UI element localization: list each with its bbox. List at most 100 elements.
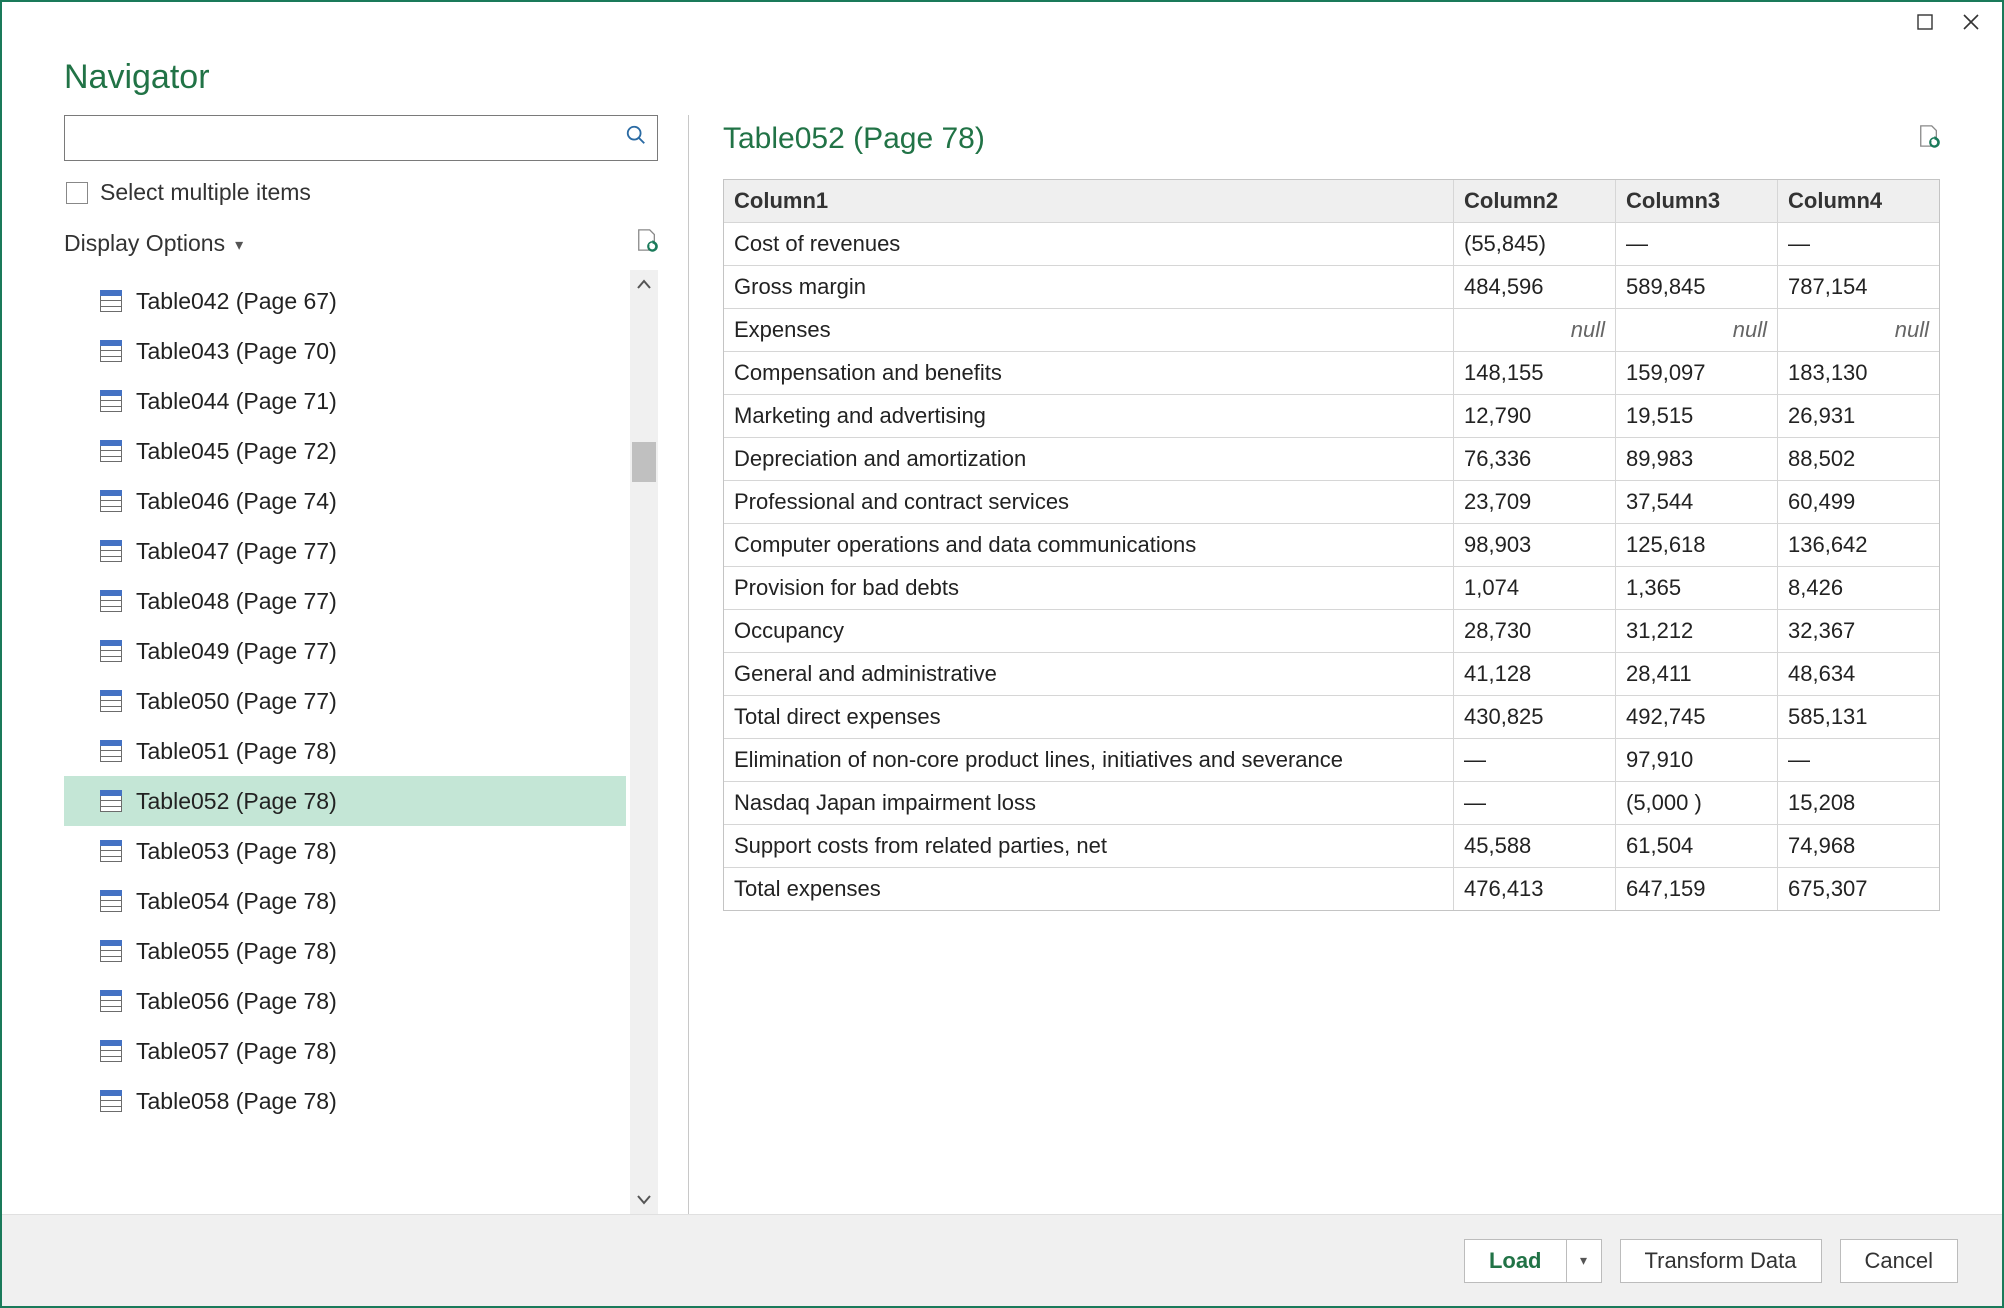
grid-cell[interactable]: 125,618 <box>1615 524 1777 566</box>
grid-header-cell[interactable]: Column2 <box>1453 180 1615 222</box>
tree-item[interactable]: Table044 (Page 71) <box>64 376 626 426</box>
display-options-dropdown[interactable]: Display Options ▾ <box>64 230 243 257</box>
grid-cell[interactable]: 647,159 <box>1615 868 1777 910</box>
grid-cell[interactable]: 88,502 <box>1777 438 1939 480</box>
grid-cell[interactable]: — <box>1777 739 1939 781</box>
search-input[interactable] <box>75 116 625 160</box>
grid-cell[interactable]: 1,365 <box>1615 567 1777 609</box>
grid-cell[interactable]: 60,499 <box>1777 481 1939 523</box>
grid-cell[interactable]: null <box>1453 309 1615 351</box>
grid-cell[interactable]: — <box>1453 782 1615 824</box>
grid-cell[interactable]: 37,544 <box>1615 481 1777 523</box>
grid-cell[interactable]: 89,983 <box>1615 438 1777 480</box>
grid-cell[interactable]: Depreciation and amortization <box>724 438 1453 480</box>
tree-scrollbar[interactable] <box>630 270 658 1214</box>
tree-item[interactable]: Table054 (Page 78) <box>64 876 626 926</box>
tree-item[interactable]: Table047 (Page 77) <box>64 526 626 576</box>
tree-item[interactable]: Table056 (Page 78) <box>64 976 626 1026</box>
grid-cell[interactable]: 61,504 <box>1615 825 1777 867</box>
grid-cell[interactable]: (55,845) <box>1453 223 1615 265</box>
grid-cell[interactable]: 28,730 <box>1453 610 1615 652</box>
grid-cell[interactable]: 787,154 <box>1777 266 1939 308</box>
grid-cell[interactable]: 8,426 <box>1777 567 1939 609</box>
grid-cell[interactable]: 183,130 <box>1777 352 1939 394</box>
grid-cell[interactable]: null <box>1615 309 1777 351</box>
grid-cell[interactable]: 15,208 <box>1777 782 1939 824</box>
tree-item[interactable]: Table042 (Page 67) <box>64 276 626 326</box>
grid-cell[interactable]: Provision for bad debts <box>724 567 1453 609</box>
grid-cell[interactable]: 484,596 <box>1453 266 1615 308</box>
grid-cell[interactable]: Nasdaq Japan impairment loss <box>724 782 1453 824</box>
grid-cell[interactable]: Support costs from related parties, net <box>724 825 1453 867</box>
grid-cell[interactable]: 97,910 <box>1615 739 1777 781</box>
search-box[interactable] <box>64 115 658 161</box>
grid-cell[interactable]: Professional and contract services <box>724 481 1453 523</box>
grid-cell[interactable]: Compensation and benefits <box>724 352 1453 394</box>
grid-cell[interactable]: 19,515 <box>1615 395 1777 437</box>
window-maximize-button[interactable] <box>1902 6 1948 38</box>
grid-cell[interactable]: 148,155 <box>1453 352 1615 394</box>
grid-cell[interactable]: 41,128 <box>1453 653 1615 695</box>
grid-cell[interactable]: 26,931 <box>1777 395 1939 437</box>
grid-cell[interactable]: 476,413 <box>1453 868 1615 910</box>
grid-cell[interactable]: — <box>1615 223 1777 265</box>
grid-cell[interactable]: 12,790 <box>1453 395 1615 437</box>
grid-cell[interactable]: 32,367 <box>1777 610 1939 652</box>
grid-cell[interactable]: 136,642 <box>1777 524 1939 566</box>
grid-cell[interactable]: Expenses <box>724 309 1453 351</box>
grid-cell[interactable]: 585,131 <box>1777 696 1939 738</box>
scrollbar-thumb[interactable] <box>632 442 656 482</box>
grid-cell[interactable]: Marketing and advertising <box>724 395 1453 437</box>
grid-header-cell[interactable]: Column4 <box>1777 180 1939 222</box>
tree-item[interactable]: Table055 (Page 78) <box>64 926 626 976</box>
tree-item[interactable]: Table057 (Page 78) <box>64 1026 626 1076</box>
transform-data-button[interactable]: Transform Data <box>1620 1239 1822 1283</box>
grid-cell[interactable]: 159,097 <box>1615 352 1777 394</box>
grid-cell[interactable]: 1,074 <box>1453 567 1615 609</box>
grid-cell[interactable]: 589,845 <box>1615 266 1777 308</box>
cancel-button[interactable]: Cancel <box>1840 1239 1958 1283</box>
grid-cell[interactable]: 430,825 <box>1453 696 1615 738</box>
grid-cell[interactable]: null <box>1777 309 1939 351</box>
grid-cell[interactable]: 31,212 <box>1615 610 1777 652</box>
tree-item[interactable]: Table043 (Page 70) <box>64 326 626 376</box>
load-button[interactable]: Load <box>1464 1239 1566 1283</box>
grid-cell[interactable]: Elimination of non-core product lines, i… <box>724 739 1453 781</box>
tree-item[interactable]: Table046 (Page 74) <box>64 476 626 526</box>
tree-item[interactable]: Table050 (Page 77) <box>64 676 626 726</box>
grid-cell[interactable]: 76,336 <box>1453 438 1615 480</box>
grid-cell[interactable]: 48,634 <box>1777 653 1939 695</box>
tree-item[interactable]: Table058 (Page 78) <box>64 1076 626 1126</box>
grid-cell[interactable]: Total expenses <box>724 868 1453 910</box>
load-dropdown-button[interactable]: ▾ <box>1566 1239 1602 1283</box>
grid-header-cell[interactable]: Column3 <box>1615 180 1777 222</box>
grid-cell[interactable]: Occupancy <box>724 610 1453 652</box>
refresh-preview-button[interactable] <box>1918 124 1940 154</box>
grid-cell[interactable]: Cost of revenues <box>724 223 1453 265</box>
tree-item[interactable]: Table051 (Page 78) <box>64 726 626 776</box>
grid-cell[interactable]: 45,588 <box>1453 825 1615 867</box>
tree-item[interactable]: Table049 (Page 77) <box>64 626 626 676</box>
grid-cell[interactable]: 492,745 <box>1615 696 1777 738</box>
grid-cell[interactable]: General and administrative <box>724 653 1453 695</box>
grid-cell[interactable]: (5,000 ) <box>1615 782 1777 824</box>
grid-cell[interactable]: 28,411 <box>1615 653 1777 695</box>
grid-cell[interactable]: — <box>1777 223 1939 265</box>
tree-item[interactable]: Table045 (Page 72) <box>64 426 626 476</box>
grid-cell[interactable]: Gross margin <box>724 266 1453 308</box>
scrollbar-up-icon[interactable] <box>630 270 658 300</box>
grid-cell[interactable]: 675,307 <box>1777 868 1939 910</box>
tree-item[interactable]: Table053 (Page 78) <box>64 826 626 876</box>
tree-item[interactable]: Table048 (Page 77) <box>64 576 626 626</box>
select-multiple-checkbox[interactable]: Select multiple items <box>64 179 658 206</box>
refresh-tree-button[interactable] <box>636 228 658 258</box>
grid-cell[interactable]: 74,968 <box>1777 825 1939 867</box>
scrollbar-down-icon[interactable] <box>630 1184 658 1214</box>
grid-cell[interactable]: Total direct expenses <box>724 696 1453 738</box>
tree-item[interactable]: Table052 (Page 78) <box>64 776 626 826</box>
window-close-button[interactable] <box>1948 6 1994 38</box>
grid-cell[interactable]: 23,709 <box>1453 481 1615 523</box>
grid-cell[interactable]: 98,903 <box>1453 524 1615 566</box>
grid-header-cell[interactable]: Column1 <box>724 180 1453 222</box>
grid-cell[interactable]: Computer operations and data communicati… <box>724 524 1453 566</box>
